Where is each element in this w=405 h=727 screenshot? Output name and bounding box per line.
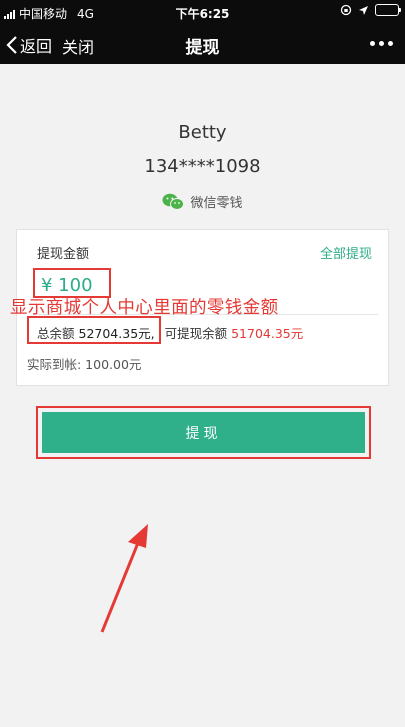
orientation-lock-icon <box>340 4 352 16</box>
arrival-amount: 实际到帐: 100.00元 <box>27 357 142 372</box>
more-button[interactable] <box>370 41 393 46</box>
total-balance-label: 总余额 <box>37 326 75 341</box>
status-right <box>340 4 401 16</box>
annotation-arrow-icon <box>100 524 148 633</box>
main-content: Betty 134****1098 微信零钱 提现金额 全部提现 ¥ 100 总… <box>0 64 405 727</box>
location-icon <box>359 5 368 15</box>
status-bar: 中国移动 4G 下午6:25 <box>0 0 405 24</box>
wechat-icon <box>162 193 185 210</box>
withdraw-button[interactable]: 提现 <box>42 412 365 453</box>
user-phone: 134****1098 <box>144 156 261 177</box>
available-label: 可提现余额 <box>164 326 228 341</box>
total-balance-value: 52704.35元, <box>78 326 155 341</box>
balance-row: 总余额 52704.35元, 可提现余额 51704.35元 <box>37 323 303 342</box>
wallet-source: 微信零钱 <box>0 192 405 211</box>
wallet-label: 微信零钱 <box>190 196 243 211</box>
battery-icon <box>375 4 401 16</box>
page-title: 提现 <box>185 38 220 58</box>
amount-input[interactable]: ¥ 100 <box>41 275 93 296</box>
nav-bar: 返回 关闭 提现 <box>0 24 405 64</box>
available-value: 51704.35元 <box>231 326 304 341</box>
more-dots-icon <box>370 41 375 46</box>
withdraw-all-link[interactable]: 全部提现 <box>320 243 372 262</box>
user-name: Betty <box>178 122 227 143</box>
annotation-text: 显示商城个人中心里面的零钱金额 <box>10 298 279 318</box>
amount-label: 提现金额 <box>37 247 90 262</box>
